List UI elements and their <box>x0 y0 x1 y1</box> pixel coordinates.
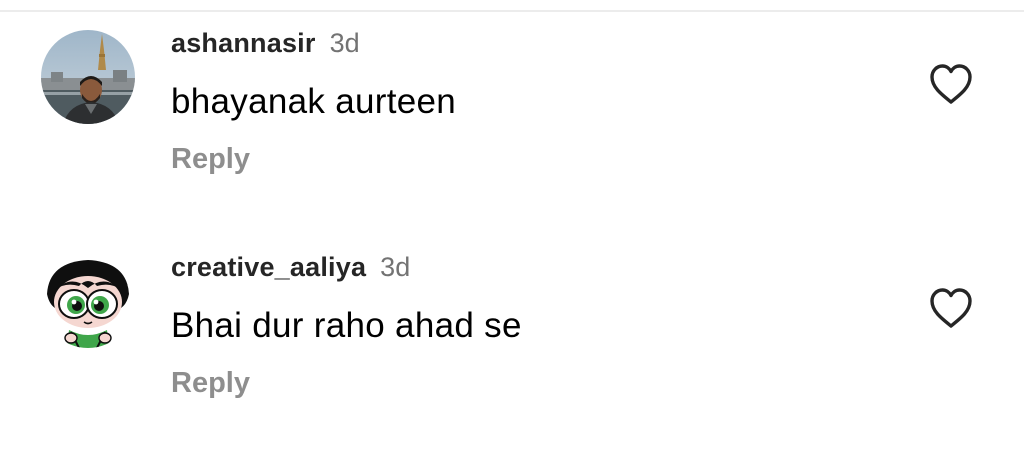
top-divider <box>0 10 1024 12</box>
timestamp: 3d <box>329 28 360 58</box>
username[interactable]: creative_aaliya <box>171 252 366 283</box>
comment-header: creative_aaliya 3d <box>171 252 410 286</box>
like-button[interactable] <box>927 62 975 106</box>
avatar[interactable] <box>41 254 135 348</box>
comment-header: ashannasir 3d <box>171 28 360 62</box>
heart-outline-icon <box>927 286 975 330</box>
comment-text: bhayanak aurteen <box>171 82 457 121</box>
reply-button[interactable]: Reply <box>171 367 250 400</box>
username[interactable]: ashannasir <box>171 28 316 59</box>
like-button[interactable] <box>927 286 975 330</box>
avatar[interactable] <box>41 30 135 124</box>
reply-button[interactable]: Reply <box>171 143 250 176</box>
timestamp: 3d <box>380 252 411 282</box>
heart-outline-icon <box>927 62 975 106</box>
comment-text: Bhai dur raho ahad se <box>171 306 522 345</box>
